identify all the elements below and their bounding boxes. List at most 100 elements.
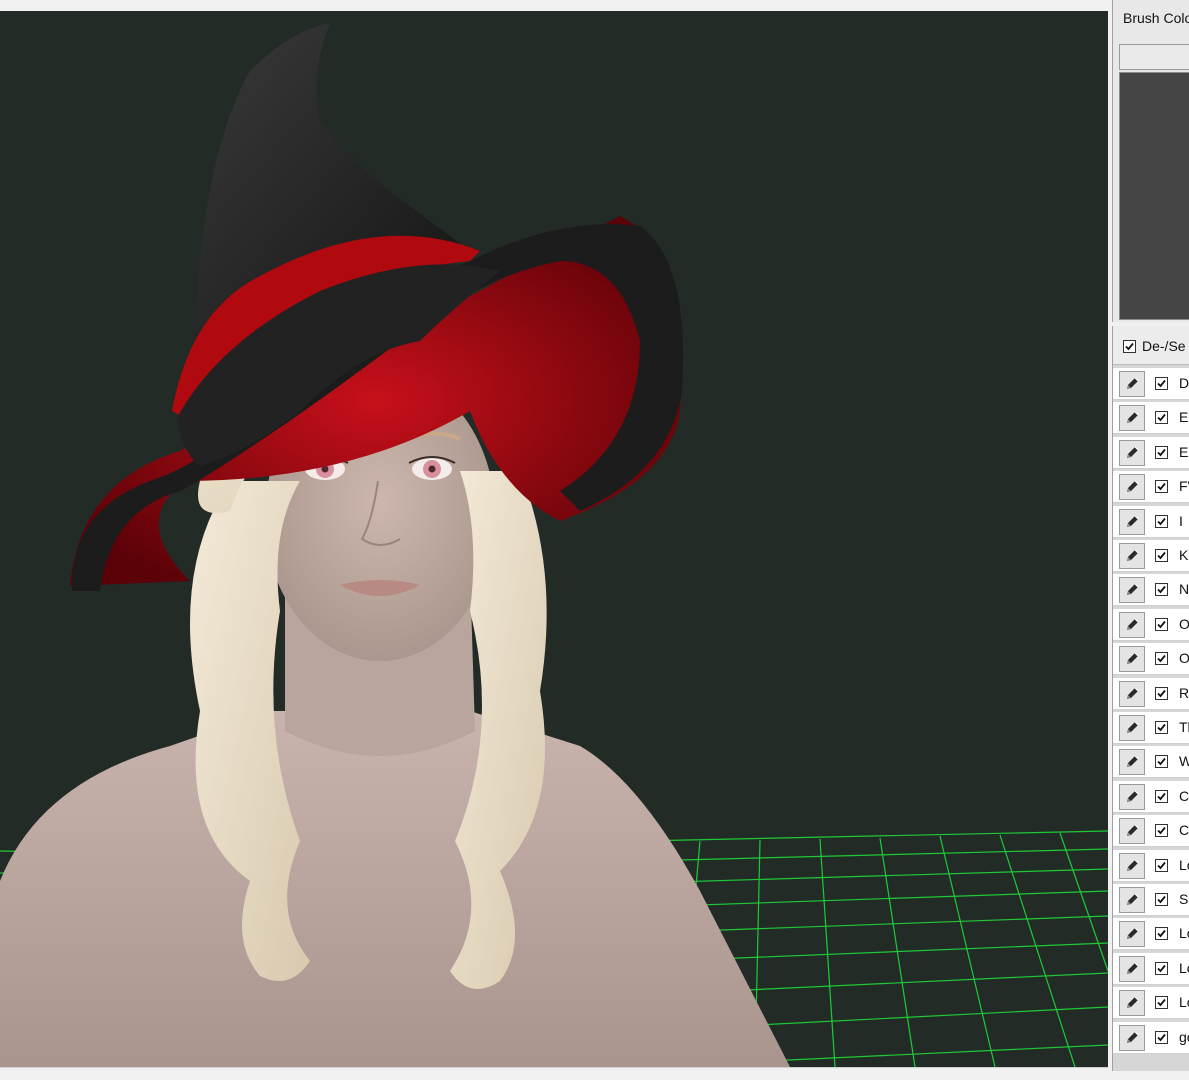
layer-name: Lo: [1179, 994, 1189, 1011]
layer-row[interactable]: Lo: [1113, 849, 1189, 882]
right-panel: Brush Colo De-/Se DS Ee Eh FV I K N OI Oc R Th W Co C…: [1108, 0, 1189, 1080]
edit-layer-button[interactable]: [1119, 508, 1145, 535]
layer-visible-checkbox[interactable]: [1155, 824, 1168, 838]
layer-row[interactable]: go: [1113, 1021, 1189, 1054]
layer-name: Lo: [1179, 959, 1189, 976]
select-all-label: De-/Se: [1142, 338, 1186, 354]
edit-layer-button[interactable]: [1119, 611, 1145, 638]
layer-visible-checkbox[interactable]: [1155, 411, 1168, 425]
edit-layer-button[interactable]: [1119, 783, 1145, 810]
pencil-icon: [1127, 618, 1139, 630]
pencil-icon: [1127, 549, 1139, 561]
layer-visible-checkbox[interactable]: [1155, 617, 1168, 631]
layer-row[interactable]: W: [1113, 746, 1189, 779]
layer-visible-checkbox[interactable]: [1155, 514, 1168, 528]
layer-visible-checkbox[interactable]: [1155, 996, 1168, 1010]
edit-layer-button[interactable]: [1119, 577, 1145, 604]
layer-row[interactable]: Co: [1113, 815, 1189, 848]
pencil-icon: [1127, 824, 1139, 837]
edit-layer-button[interactable]: [1119, 680, 1145, 707]
layer-visible-checkbox[interactable]: [1155, 480, 1168, 494]
layer-row[interactable]: Lo: [1113, 987, 1189, 1020]
layer-visible-checkbox[interactable]: [1155, 789, 1168, 803]
viewport-3d[interactable]: [0, 11, 1108, 1067]
edit-layer-button[interactable]: [1119, 749, 1145, 776]
pencil-icon: [1127, 480, 1139, 493]
layer-row[interactable]: Eh: [1113, 436, 1189, 469]
layer-visible-checkbox[interactable]: [1155, 377, 1168, 390]
pencil-icon: [1127, 790, 1139, 802]
layer-name: go: [1179, 1028, 1189, 1045]
layer-visible-checkbox[interactable]: [1155, 549, 1168, 562]
pencil-icon: [1127, 584, 1139, 596]
layer-row[interactable]: Sk: [1113, 884, 1189, 916]
layer-name: Lo: [1179, 925, 1189, 942]
edit-layer-button[interactable]: [1119, 990, 1145, 1017]
layers-panel: De-/Se DS Ee Eh FV I K N OI Oc R Th W Co Co Lo Sk Lo Lo Lo…: [1112, 326, 1189, 1071]
edit-layer-button[interactable]: [1119, 921, 1145, 948]
layer-row[interactable]: I: [1113, 505, 1189, 538]
layer-name: Sk: [1179, 891, 1189, 907]
edit-layer-button[interactable]: [1119, 474, 1145, 501]
layer-row[interactable]: FV: [1113, 471, 1189, 504]
edit-layer-button[interactable]: [1119, 852, 1145, 879]
select-all-checkbox[interactable]: [1123, 340, 1136, 353]
pencil-icon: [1127, 1031, 1139, 1043]
pencil-icon: [1127, 756, 1139, 768]
edit-layer-button[interactable]: [1119, 646, 1145, 673]
layer-visible-checkbox[interactable]: [1155, 1030, 1168, 1044]
layer-row[interactable]: Lo: [1113, 918, 1189, 951]
layer-row[interactable]: Th: [1113, 712, 1189, 744]
pencil-icon: [1127, 652, 1139, 665]
edit-layer-button[interactable]: [1119, 715, 1145, 741]
layer-name: Lo: [1179, 856, 1189, 873]
layer-row[interactable]: OI: [1113, 608, 1189, 641]
layer-name: Eh: [1179, 443, 1189, 460]
layer-name: Th: [1179, 719, 1189, 735]
layer-visible-checkbox[interactable]: [1155, 445, 1168, 459]
layer-row[interactable]: DS: [1113, 368, 1189, 400]
torso: [0, 711, 790, 1067]
layer-row[interactable]: K: [1113, 540, 1189, 572]
layer-visible-checkbox[interactable]: [1155, 583, 1168, 597]
layer-name: W: [1179, 753, 1189, 770]
pencil-icon: [1127, 893, 1139, 905]
layer-name: OI: [1179, 615, 1189, 632]
layer-name: Ee: [1179, 409, 1189, 426]
layer-row[interactable]: Co: [1113, 780, 1189, 813]
layer-row[interactable]: Oc: [1113, 643, 1189, 676]
layer-visible-checkbox[interactable]: [1155, 961, 1168, 975]
pencil-icon: [1127, 515, 1139, 527]
brush-preview-area[interactable]: [1119, 72, 1189, 320]
edit-layer-button[interactable]: [1119, 955, 1145, 982]
edit-layer-button[interactable]: [1119, 818, 1145, 845]
layer-row[interactable]: Ee: [1113, 402, 1189, 435]
layer-visible-checkbox[interactable]: [1155, 858, 1168, 872]
pencil-icon: [1127, 962, 1139, 974]
layer-name: K: [1179, 547, 1189, 563]
layers-header: De-/Se: [1113, 326, 1189, 365]
layer-visible-checkbox[interactable]: [1155, 652, 1168, 666]
status-bar: [0, 1067, 1108, 1080]
edit-layer-button[interactable]: [1119, 405, 1145, 432]
edit-layer-button[interactable]: [1119, 1024, 1145, 1051]
edit-layer-button[interactable]: [1119, 543, 1145, 569]
app-window: Brush Colo De-/Se DS Ee Eh FV I K N OI Oc R Th W Co C…: [0, 0, 1189, 1080]
layer-visible-checkbox[interactable]: [1155, 893, 1168, 906]
layer-visible-checkbox[interactable]: [1155, 686, 1168, 700]
pencil-icon: [1127, 721, 1139, 733]
layer-row[interactable]: Lo: [1113, 952, 1189, 985]
edit-layer-button[interactable]: [1119, 887, 1145, 913]
brush-color-panel: Brush Colo: [1112, 0, 1189, 322]
edit-layer-button[interactable]: [1119, 439, 1145, 466]
brush-color-swatch[interactable]: [1119, 44, 1189, 70]
pencil-icon: [1127, 377, 1139, 389]
layer-row[interactable]: R: [1113, 677, 1189, 710]
edit-layer-button[interactable]: [1119, 371, 1145, 397]
layer-visible-checkbox[interactable]: [1155, 755, 1168, 769]
scene-render: [0, 23, 1108, 1067]
layer-row[interactable]: N: [1113, 574, 1189, 607]
layer-visible-checkbox[interactable]: [1155, 927, 1168, 941]
layer-name: I: [1179, 512, 1183, 529]
layer-visible-checkbox[interactable]: [1155, 721, 1168, 734]
